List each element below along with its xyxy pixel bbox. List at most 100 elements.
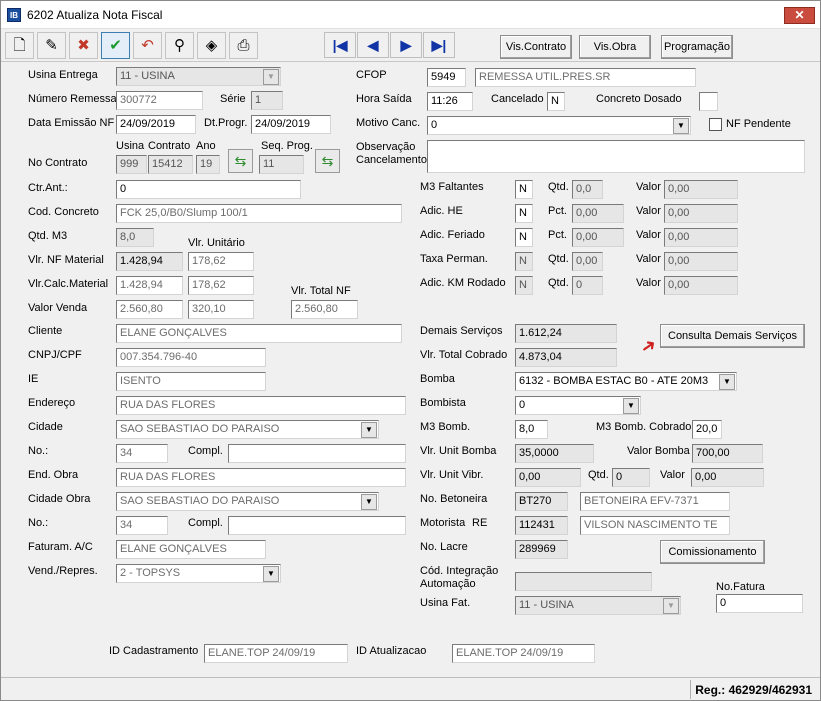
m3-bomb-field[interactable]: 8,0 xyxy=(515,420,548,439)
vlr-total-nf-field[interactable]: 2.560,80 xyxy=(291,300,358,319)
ie-field[interactable]: ISENTO xyxy=(116,372,266,391)
m3-bomb-cobrado-field[interactable]: 20,0 xyxy=(692,420,722,439)
taxa-perman-qtd-field[interactable]: 0,00 xyxy=(572,252,603,271)
contrato-ano-field[interactable]: 19 xyxy=(196,155,220,174)
undo-icon[interactable]: ↶ xyxy=(133,32,162,59)
chevron-down-icon[interactable]: ▼ xyxy=(673,118,689,134)
serie-field[interactable]: 1 xyxy=(251,91,283,110)
comissionamento-button[interactable]: Comissionamento xyxy=(660,540,765,564)
chevron-down-icon[interactable]: ▼ xyxy=(263,69,279,85)
valor-venda-unit-field[interactable]: 320,10 xyxy=(188,300,254,319)
ctr-ant-field[interactable]: 0 xyxy=(116,180,301,199)
m3-faltantes-qtd-field[interactable]: 0,0 xyxy=(572,180,603,199)
cod-concreto-field[interactable]: FCK 25,0/B0/Slump 100/1 xyxy=(116,204,402,223)
cliente-field[interactable]: ELANE GONÇALVES xyxy=(116,324,402,343)
m3-faltantes-field[interactable]: N xyxy=(515,180,533,199)
taxa-perman-valor-field[interactable]: 0,00 xyxy=(664,252,738,271)
chevron-down-icon[interactable]: ▼ xyxy=(623,398,639,414)
compl-field[interactable] xyxy=(228,444,406,463)
vibr-qtd-field[interactable]: 0 xyxy=(612,468,650,487)
cnpj-field[interactable]: 007.354.796-40 xyxy=(116,348,266,367)
first-record-icon[interactable]: |◀ xyxy=(324,32,356,58)
betoneira-description-field[interactable]: BETONEIRA EFV-7371 xyxy=(580,492,730,511)
consulta-demais-servicos-button[interactable]: Consulta Demais Serviços xyxy=(660,324,805,348)
chevron-down-icon[interactable]: ▼ xyxy=(663,598,679,614)
dt-progr-field[interactable]: 24/09/2019 xyxy=(251,115,331,134)
seq-prog-lookup-arrows-icon[interactable]: ⇆ xyxy=(315,149,340,173)
adic-km-field[interactable]: N xyxy=(515,276,533,295)
valor-venda-field[interactable]: 2.560,80 xyxy=(116,300,183,319)
previous-record-icon[interactable]: ◀ xyxy=(357,32,389,58)
last-record-icon[interactable]: ▶| xyxy=(423,32,455,58)
no-betoneira-field[interactable]: BT270 xyxy=(515,492,568,511)
contrato-usina-field[interactable]: 999 xyxy=(116,155,147,174)
motorista-re-field[interactable]: 112431 xyxy=(515,516,568,535)
cancel-icon[interactable]: ✖ xyxy=(69,32,98,59)
contrato-lookup-arrows-icon[interactable]: ⇆ xyxy=(228,149,253,173)
close-button[interactable]: ✕ xyxy=(784,7,815,24)
compl2-field[interactable] xyxy=(228,516,406,535)
vend-select[interactable]: 2 - TOPSYS ▼ xyxy=(116,564,281,583)
endereco-field[interactable]: RUA DAS FLORES xyxy=(116,396,406,415)
chevron-down-icon[interactable]: ▼ xyxy=(719,374,735,390)
demais-servicos-field[interactable]: 1.612,24 xyxy=(515,324,617,343)
adic-he-pct-field[interactable]: 0,00 xyxy=(572,204,624,223)
no2-field[interactable]: 34 xyxy=(116,516,168,535)
cidade-select[interactable]: SAO SEBASTIAO DO PARAISO ▼ xyxy=(116,420,379,439)
cidade-obra-select[interactable]: SAO SEBASTIAO DO PARAISO ▼ xyxy=(116,492,379,511)
usina-entrega-select[interactable]: 11 - USINA ▼ xyxy=(116,67,281,86)
motivo-canc-select[interactable]: 0 ▼ xyxy=(427,116,691,135)
concreto-dosado-field[interactable] xyxy=(699,92,718,111)
motorista-nome-field[interactable]: VILSON NASCIMENTO TE xyxy=(580,516,730,535)
end-obra-field[interactable]: RUA DAS FLORES xyxy=(116,468,406,487)
id-cadastramento-field[interactable]: ELANE.TOP 24/09/19 xyxy=(204,644,348,663)
adic-feriado-pct-field[interactable]: 0,00 xyxy=(572,228,624,247)
observacao-field[interactable] xyxy=(427,140,805,173)
vlr-nf-material-unit-field[interactable]: 178,62 xyxy=(188,252,254,271)
adic-feriado-field[interactable]: N xyxy=(515,228,533,247)
cod-integracao-field[interactable] xyxy=(515,572,652,591)
binoculars-search-icon[interactable]: ⚲ xyxy=(165,32,194,59)
adic-km-qtd-field[interactable]: 0 xyxy=(572,276,603,295)
vlr-calc-material-unit-field[interactable]: 178,62 xyxy=(188,276,254,295)
vlr-nf-material-field[interactable]: 1.428,94 xyxy=(116,252,183,271)
adic-he-valor-field[interactable]: 0,00 xyxy=(664,204,738,223)
faturam-field[interactable]: ELANE GONÇALVES xyxy=(116,540,266,559)
data-emissao-field[interactable]: 24/09/2019 xyxy=(116,115,196,134)
hora-saida-field[interactable]: 11:26 xyxy=(427,92,473,111)
bomba-select[interactable]: 6132 - BOMBA ESTAC B0 - ATE 20M3 ▼ xyxy=(515,372,737,391)
usina-fat-select[interactable]: 11 - USINA ▼ xyxy=(515,596,681,615)
next-record-icon[interactable]: ▶ xyxy=(390,32,422,58)
vis-contrato-button[interactable]: Vis.Contrato xyxy=(500,35,572,59)
seq-prog-field[interactable]: 11 xyxy=(259,155,304,174)
vibr-valor-field[interactable]: 0,00 xyxy=(691,468,764,487)
chevron-down-icon[interactable]: ▼ xyxy=(361,494,377,510)
m3-faltantes-valor-field[interactable]: 0,00 xyxy=(664,180,738,199)
no-fatura-field[interactable]: 0 xyxy=(716,594,803,613)
cfop-field[interactable]: 5949 xyxy=(427,68,466,87)
cfop-description-field[interactable]: REMESSA UTIL.PRES.SR xyxy=(475,68,696,87)
adic-he-field[interactable]: N xyxy=(515,204,533,223)
edit-icon[interactable]: ✎ xyxy=(37,32,66,59)
programacao-button[interactable]: Programação xyxy=(661,35,733,59)
vlr-unit-bomba-field[interactable]: 35,0000 xyxy=(515,444,594,463)
vlr-calc-material-field[interactable]: 1.428,94 xyxy=(116,276,183,295)
bombista-select[interactable]: 0 ▼ xyxy=(515,396,641,415)
contrato-numero-field[interactable]: 15412 xyxy=(148,155,193,174)
numero-remessa-field[interactable]: 300772 xyxy=(116,91,203,110)
vlr-unit-vibr-field[interactable]: 0,00 xyxy=(515,468,581,487)
no-lacre-field[interactable]: 289969 xyxy=(515,540,568,559)
vis-obra-button[interactable]: Vis.Obra xyxy=(579,35,651,59)
cancelado-field[interactable]: N xyxy=(547,92,565,111)
printer-icon[interactable]: ⎙ xyxy=(229,32,258,59)
chevron-down-icon[interactable]: ▼ xyxy=(263,566,279,582)
adic-feriado-valor-field[interactable]: 0,00 xyxy=(664,228,738,247)
adic-km-valor-field[interactable]: 0,00 xyxy=(664,276,738,295)
vlr-total-cobrado-field[interactable]: 4.873,04 xyxy=(515,348,617,367)
new-document-icon[interactable]: 🗋 xyxy=(5,32,34,59)
confirm-check-icon[interactable]: ✔ xyxy=(101,32,130,59)
taxa-perman-field[interactable]: N xyxy=(515,252,533,271)
nf-pendente-checkbox[interactable] xyxy=(709,118,722,131)
eraser-icon[interactable]: ◈ xyxy=(197,32,226,59)
chevron-down-icon[interactable]: ▼ xyxy=(361,422,377,438)
